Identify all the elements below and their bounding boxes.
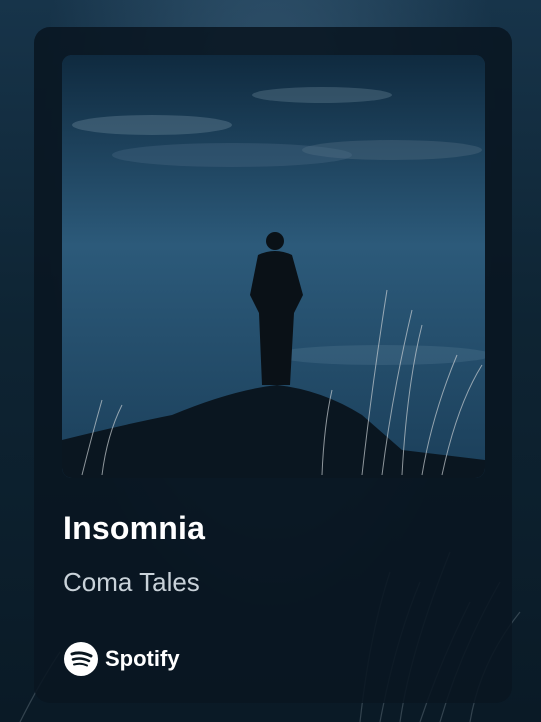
spotify-wordmark: Spotify: [105, 646, 180, 671]
album-artwork: [62, 55, 485, 478]
spotify-logo-icon: [64, 642, 98, 676]
spotify-brand[interactable]: Spotify: [63, 641, 180, 677]
album-artwork-image: [62, 55, 485, 478]
track-title: Insomnia: [63, 510, 206, 546]
track-card[interactable]: Insomnia Coma Tales Spotify: [34, 27, 512, 703]
artist-name: Coma Tales: [63, 567, 200, 597]
